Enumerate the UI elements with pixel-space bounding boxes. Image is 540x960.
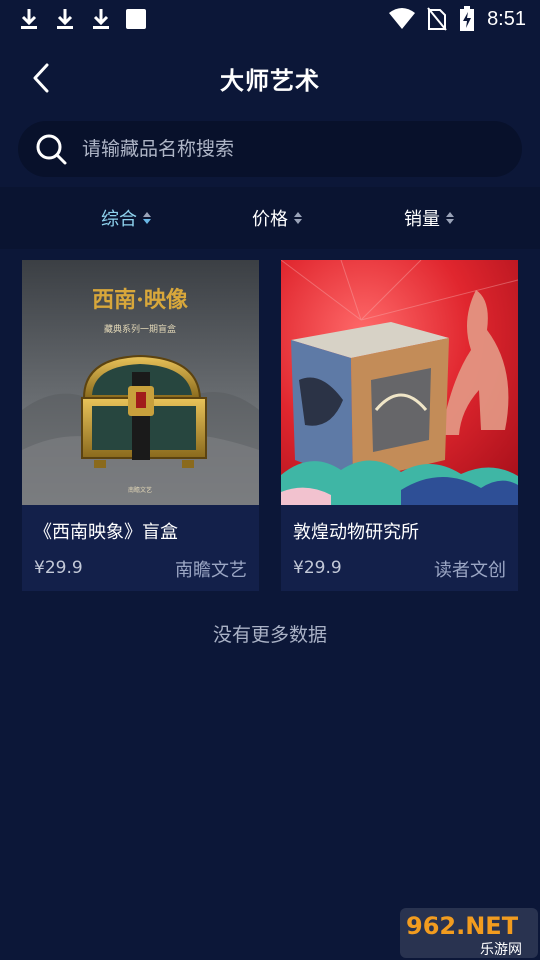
battery-charging-icon — [460, 6, 475, 31]
product-price: ¥29.9 — [34, 558, 83, 578]
status-left — [18, 7, 146, 31]
chevron-left-icon — [33, 63, 49, 93]
watermark-subtext: 乐游网 — [480, 942, 522, 958]
product-brand: 南瞻文艺 — [175, 560, 247, 581]
wifi-icon — [389, 8, 416, 29]
image-footer-text: 南瞻文艺 — [128, 486, 152, 494]
filter-label: 价格 — [252, 209, 288, 230]
product-title: 《西南映象》盲盒 — [34, 522, 178, 543]
image-subtitle-text: 藏典系列一期盲盒 — [104, 323, 176, 335]
title-bar: 大师艺术 — [0, 50, 540, 106]
search-input[interactable] — [82, 138, 502, 160]
filter-label: 综合 — [101, 209, 137, 230]
product-card[interactable]: 西南·映像 藏典系列一期盲盒 南瞻文艺 《西南映象》盲盒 ¥29.9 南瞻文艺 — [22, 260, 259, 591]
sort-icon — [294, 212, 302, 224]
product-card[interactable]: 敦煌动物研究所 ¥29.9 读者文创 — [281, 260, 518, 591]
status-right: 8:51 — [389, 6, 526, 32]
square-icon — [126, 9, 146, 29]
download-icon — [93, 9, 109, 29]
filter-comprehensive[interactable]: 综合 — [101, 187, 151, 249]
sort-icon — [143, 212, 151, 224]
download-icon — [57, 9, 73, 29]
product-brand: 读者文创 — [434, 560, 506, 581]
image-title-text: 西南·映像 — [92, 287, 189, 313]
product-image-treasure-chest: 西南·映像 藏典系列一期盲盒 南瞻文艺 — [22, 260, 259, 505]
back-button[interactable] — [26, 62, 56, 94]
page-title: 大师艺术 — [220, 66, 320, 95]
filter-label: 销量 — [404, 209, 440, 230]
no-more-data-text: 没有更多数据 — [212, 624, 327, 646]
filter-bar: 综合 价格 销量 — [0, 187, 540, 249]
sort-icon — [446, 212, 454, 224]
product-price: ¥29.9 — [293, 558, 342, 578]
watermark-logo: 962.NET 乐游网 — [400, 908, 538, 958]
product-title: 敦煌动物研究所 — [293, 522, 419, 543]
search-bar[interactable] — [18, 121, 522, 177]
watermark-text: 962.NET — [406, 912, 519, 940]
no-sim-icon — [427, 7, 447, 31]
download-icon — [21, 9, 37, 29]
filter-price[interactable]: 价格 — [252, 187, 302, 249]
product-image-dunhuang-cube — [281, 260, 518, 505]
status-bar: 8:51 — [0, 0, 540, 38]
status-time: 8:51 — [487, 7, 526, 30]
search-icon — [36, 134, 67, 165]
filter-sales[interactable]: 销量 — [404, 187, 454, 249]
